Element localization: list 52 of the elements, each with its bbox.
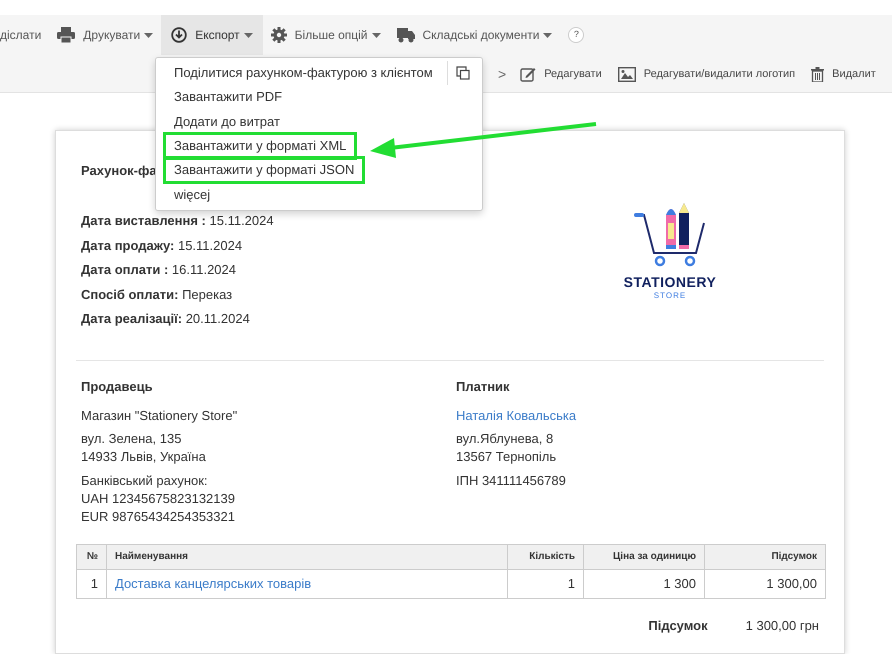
toolbar-button[interactable]: Більше опцій [262, 15, 388, 55]
detail-line: Дата виставлення : 15.11.2024 [81, 212, 275, 230]
menu-item[interactable]: Завантажити у форматі XML [163, 132, 358, 160]
payer-link[interactable]: Наталія Ковальська [456, 406, 819, 430]
toolbar-button[interactable]: Експорт [161, 15, 263, 55]
column-header: № [76, 544, 106, 569]
next-button[interactable]: > [498, 64, 506, 84]
tax-id-text: ІПН 341111456789 [456, 472, 567, 490]
truck-icon [396, 28, 414, 42]
address-text: вул.Яблунева, 8 13567 Тернопіль [456, 430, 558, 466]
action-button[interactable]: Редагувати [520, 66, 602, 82]
party-name: Магазин "Stationery Store" [81, 406, 238, 425]
action-button[interactable]: Редагувати/видалити логотип [618, 66, 796, 82]
toolbar-button[interactable]: Складські документи [388, 15, 560, 55]
action-button[interactable]: Видалит [811, 66, 876, 82]
address-text: вул. Зелена, 135 14933 Львів, Україна [81, 430, 207, 466]
copy-icon[interactable] [456, 66, 470, 80]
detail-line: Дата оплати : 16.11.2024 [81, 261, 237, 279]
column-header: Ціна за одиницю [584, 544, 704, 569]
download-circle-icon [171, 27, 188, 43]
column-header: Найменування [106, 544, 508, 569]
toolbar-button[interactable]: діслати [0, 15, 50, 55]
menu-item[interactable]: Завантажити у форматі JSON [163, 156, 366, 184]
column-header: Кількість [508, 544, 584, 569]
logo-text: STATIONERY [624, 273, 716, 291]
column-header: Підсумок [704, 544, 826, 569]
bank-account-text: Банківський рахунок: UAH 12345675823132139 EUR 98765434254353321 [81, 472, 236, 526]
caret-icon [543, 32, 552, 38]
printer-icon [57, 27, 76, 43]
edit-icon [520, 66, 536, 82]
table-cell: 1 300 [584, 569, 704, 598]
total-label: Підсумок [648, 616, 708, 635]
detail-line: Дата продажу: 15.11.2024 [81, 236, 244, 255]
logo-subtext: STORE [654, 291, 686, 301]
party-heading: Продавець [81, 378, 154, 396]
image-icon [618, 66, 636, 82]
caret-icon [244, 32, 253, 38]
trash-icon [811, 66, 824, 82]
table-cell: 1 [508, 569, 584, 598]
table-cell: 1 [76, 569, 106, 598]
total-value: 1 300,00 грн [746, 616, 819, 635]
caret-icon [372, 32, 380, 38]
logo-icon [634, 201, 706, 267]
detail-line: Спосіб оплати: Переказ [81, 286, 234, 304]
caret-icon [144, 32, 154, 38]
party-heading: Платник [456, 378, 511, 396]
invoice-title: Рахунок-фа [81, 163, 157, 178]
settings-icon [270, 27, 287, 43]
detail-line: Дата реалізації: 20.11.2024 [81, 310, 251, 328]
toolbar-button[interactable]: Друкувати [49, 15, 162, 55]
table-cell: 1 300,00 [704, 569, 826, 598]
help-button[interactable]: ? [568, 27, 584, 43]
